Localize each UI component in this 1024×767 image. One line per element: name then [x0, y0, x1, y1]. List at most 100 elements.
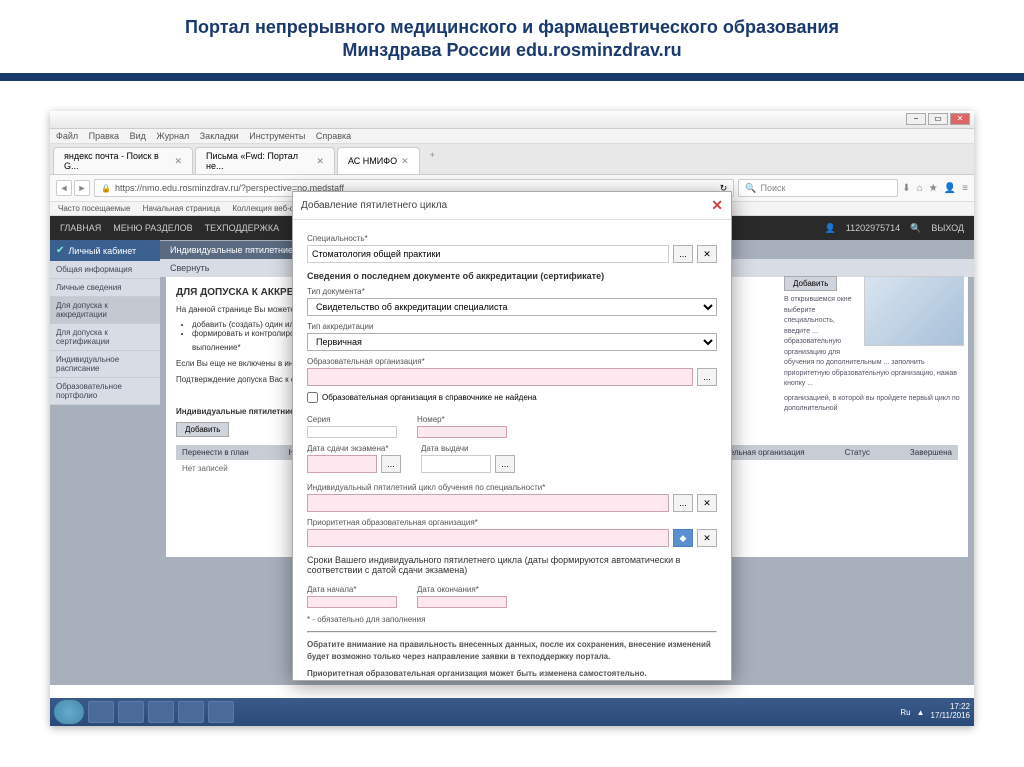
series-input[interactable]	[307, 426, 397, 438]
download-icon[interactable]: ⬇	[902, 183, 910, 194]
picker-button[interactable]: ...	[673, 245, 693, 263]
bookmark-start[interactable]: Начальная страница	[143, 204, 220, 213]
sidebar-item-schedule[interactable]: Индивидуальное расписание	[50, 351, 160, 378]
required-note: * - обязательно для заполнения	[307, 614, 717, 625]
close-button[interactable]: ✕	[950, 113, 970, 125]
taskbar-ie-icon[interactable]	[88, 701, 114, 723]
browser-tab-1[interactable]: яндекс почта - Поиск в G...✕	[53, 147, 193, 174]
terms-title: Сроки Вашего индивидуального пятилетнего…	[307, 555, 717, 575]
home-icon[interactable]: ⌂	[917, 183, 923, 194]
date-picker-button[interactable]: ...	[381, 455, 401, 473]
priority-input[interactable]	[307, 529, 669, 547]
new-tab-button[interactable]: +	[422, 147, 443, 174]
search-box[interactable]: 🔍 Поиск	[738, 179, 898, 197]
nav-support[interactable]: ТЕХПОДДЕРЖКА	[205, 223, 279, 233]
browser-tab-2[interactable]: Письма «Fwd: Портал не...✕	[195, 147, 335, 174]
menu-bookmarks[interactable]: Закладки	[200, 131, 239, 141]
modal-header: Добавление пятилетнего цикла ✕	[293, 192, 731, 220]
priority-label: Приоритетная образовательная организация…	[307, 518, 717, 527]
taskbar-excel-icon[interactable]	[208, 701, 234, 723]
clear-button[interactable]: ✕	[697, 529, 717, 547]
windows-taskbar: Ru ▲ 17:22 17/11/2016	[50, 698, 974, 726]
nav-sections[interactable]: МЕНЮ РАЗДЕЛОВ	[113, 223, 192, 233]
menu-view[interactable]: Вид	[130, 131, 146, 141]
modal-close-button[interactable]: ✕	[711, 197, 723, 214]
screenshot-frame: − ▭ ✕ Файл Правка Вид Журнал Закладки Ин…	[50, 111, 974, 726]
add-button[interactable]: Добавить	[176, 422, 229, 437]
close-icon[interactable]: ✕	[401, 156, 409, 167]
menu-journal[interactable]: Журнал	[156, 131, 189, 141]
clear-button[interactable]: ✕	[697, 494, 717, 512]
slide-underline	[0, 73, 1024, 81]
date-picker-button[interactable]: ...	[495, 455, 515, 473]
sidebar-item-accreditation[interactable]: Для допуска к аккредитации	[50, 297, 160, 324]
user-icon: 👤	[825, 223, 836, 234]
user-id: 11202975714	[846, 223, 900, 233]
search-icon: 🔍	[745, 183, 756, 194]
picker-button[interactable]: ...	[697, 368, 717, 386]
tray-icon[interactable]: ▲	[917, 708, 925, 717]
picker-button-blue[interactable]: ◆	[673, 529, 693, 547]
taskbar-firefox-icon[interactable]	[118, 701, 144, 723]
check-icon: ✔	[56, 245, 64, 256]
menu-file[interactable]: Файл	[56, 131, 78, 141]
acctype-label: Тип аккредитации	[307, 322, 717, 331]
cycle-label: Индивидуальный пятилетний цикл обучения …	[307, 483, 717, 492]
maximize-button[interactable]: ▭	[928, 113, 948, 125]
search-icon[interactable]: 🔍	[910, 223, 921, 234]
speciality-input[interactable]	[307, 245, 669, 263]
browser-tabbar: яндекс почта - Поиск в G...✕ Письма «Fwd…	[50, 144, 974, 175]
menu-icon[interactable]: ≡	[962, 183, 968, 194]
add-button-right[interactable]: Добавить	[784, 276, 837, 291]
cycle-input[interactable]	[307, 494, 669, 512]
forward-button[interactable]: ►	[74, 180, 90, 196]
nav-main[interactable]: ГЛАВНАЯ	[60, 223, 101, 233]
window-titlebar: − ▭ ✕	[50, 111, 974, 129]
sidebar-item-personal[interactable]: Личные сведения	[50, 279, 160, 297]
taskbar-explorer-icon[interactable]	[148, 701, 174, 723]
profile-icon[interactable]: 👤	[944, 183, 956, 194]
start-button[interactable]	[54, 700, 84, 724]
org-not-found-checkbox[interactable]	[307, 392, 318, 403]
clock[interactable]: 17:22 17/11/2016	[931, 703, 970, 721]
lock-icon: 🔒	[101, 184, 111, 193]
stethoscope-image	[864, 276, 964, 346]
org-not-found-row[interactable]: Образовательная организация в справочник…	[307, 392, 717, 403]
org-label: Образовательная организация*	[307, 357, 717, 366]
menu-edit[interactable]: Правка	[89, 131, 119, 141]
warning-note-1: Обратите внимание на правильность внесен…	[307, 639, 717, 661]
sidebar-item-certification[interactable]: Для допуска к сертификации	[50, 324, 160, 351]
close-icon[interactable]: ✕	[174, 156, 182, 167]
sidebar-item-portfolio[interactable]: Образовательное портфолио	[50, 378, 160, 405]
menu-help[interactable]: Справка	[316, 131, 351, 141]
end-date-input[interactable]	[417, 596, 507, 608]
exam-date-input[interactable]	[307, 455, 377, 473]
doctype-select[interactable]: Свидетельство об аккредитации специалист…	[307, 298, 717, 316]
logout-link[interactable]: ВЫХОД	[931, 223, 964, 233]
sidebar-item-general[interactable]: Общая информация	[50, 261, 160, 279]
picker-button[interactable]: ...	[673, 494, 693, 512]
slide-heading-2: Минздрава России edu.rosminzdrav.ru	[20, 40, 1004, 61]
menu-tools[interactable]: Инструменты	[249, 131, 305, 141]
clear-button[interactable]: ✕	[697, 245, 717, 263]
browser-tab-3[interactable]: АС НМИФО✕	[337, 147, 420, 174]
doctype-label: Тип документа*	[307, 287, 717, 296]
sidebar: ✔ Личный кабинет Общая информация Личные…	[50, 240, 160, 685]
slide-heading-1: Портал непрерывного медицинского и фарма…	[20, 15, 1004, 40]
back-button[interactable]: ◄	[56, 180, 72, 196]
number-input[interactable]	[417, 426, 507, 438]
language-indicator[interactable]: Ru	[900, 708, 910, 717]
bookmark-icon[interactable]: ★	[929, 183, 938, 194]
bookmark-frequent[interactable]: Часто посещаемые	[58, 204, 130, 213]
issue-date-input[interactable]	[421, 455, 491, 473]
sidebar-header: ✔ Личный кабинет	[50, 240, 160, 261]
org-input[interactable]	[307, 368, 693, 386]
close-icon[interactable]: ✕	[316, 156, 324, 167]
acctype-select[interactable]: Первичная	[307, 333, 717, 351]
modal-body: Специальность* ... ✕ Сведения о последне…	[293, 220, 731, 680]
warning-note-2: Приоритетная образовательная организация…	[307, 668, 717, 679]
info-panel: Добавить В открывшемся окне выберите спе…	[784, 276, 964, 419]
start-date-input[interactable]	[307, 596, 397, 608]
minimize-button[interactable]: −	[906, 113, 926, 125]
taskbar-word-icon[interactable]	[178, 701, 204, 723]
